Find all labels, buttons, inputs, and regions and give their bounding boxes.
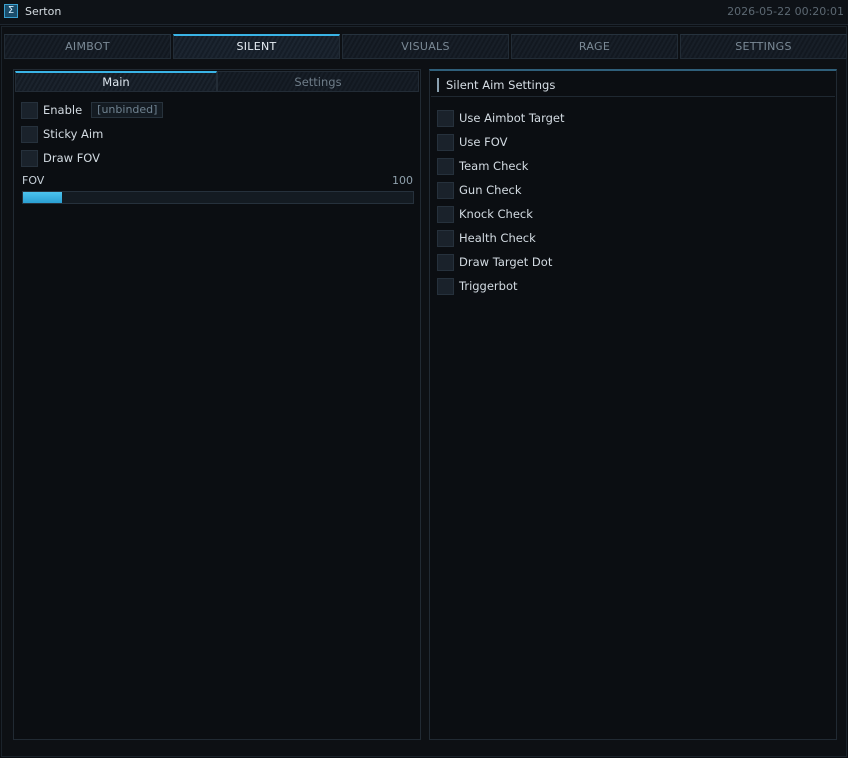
use-aimbot-target-checkbox[interactable] [437, 109, 454, 127]
enable-keybind-button[interactable]: [unbinded] [91, 102, 164, 118]
fov-slider-label: FOV [22, 174, 45, 187]
subtab-settings[interactable]: Settings [217, 71, 419, 92]
main-window: AIMBOT SILENT VISUALS RAGE SETTINGS Main… [1, 26, 847, 757]
gun-check-checkbox[interactable] [437, 181, 454, 199]
header-accent-bar [437, 78, 439, 92]
sticky-aim-checkbox[interactable] [21, 125, 38, 143]
enable-checkbox[interactable] [21, 101, 38, 119]
knock-check-label: Knock Check [459, 207, 533, 221]
team-check-label: Team Check [459, 159, 529, 173]
option-row: Gun Check [437, 181, 522, 199]
clock-readout: 2026-05-22 00:20:01 [727, 5, 844, 18]
draw-target-dot-checkbox[interactable] [437, 253, 454, 271]
fov-slider[interactable] [22, 191, 414, 204]
option-row: Draw Target Dot [437, 253, 552, 271]
triggerbot-label: Triggerbot [459, 279, 518, 293]
draw-fov-row: Draw FOV [21, 149, 100, 167]
option-row: Use Aimbot Target [437, 109, 564, 127]
draw-fov-label: Draw FOV [43, 151, 101, 165]
health-check-label: Health Check [459, 231, 536, 245]
enable-label: Enable [43, 103, 83, 117]
option-row: Health Check [437, 229, 536, 247]
main-tab-bar: AIMBOT SILENT VISUALS RAGE SETTINGS [4, 34, 847, 59]
tab-aimbot[interactable]: AIMBOT [4, 34, 171, 59]
option-row: Knock Check [437, 205, 533, 223]
silent-aim-settings-panel: Silent Aim Settings Use Aimbot Target Us… [429, 69, 837, 740]
use-fov-label: Use FOV [459, 135, 508, 149]
app-logo-icon: Σ [4, 4, 18, 18]
option-row: Team Check [437, 157, 528, 175]
option-row: Triggerbot [437, 277, 518, 295]
triggerbot-checkbox[interactable] [437, 277, 454, 295]
subtab-main[interactable]: Main [15, 71, 217, 92]
draw-target-dot-label: Draw Target Dot [459, 255, 553, 269]
option-row: Use FOV [437, 133, 507, 151]
enable-row: Enable [unbinded] [21, 101, 164, 119]
panel-header: Silent Aim Settings [431, 72, 835, 97]
knock-check-checkbox[interactable] [437, 205, 454, 223]
sticky-aim-row: Sticky Aim [21, 125, 103, 143]
silent-main-panel: Main Settings Enable [unbinded] Sticky A… [13, 69, 421, 740]
tab-visuals[interactable]: VISUALS [342, 34, 509, 59]
use-aimbot-target-label: Use Aimbot Target [459, 111, 565, 125]
sub-tab-bar: Main Settings [15, 71, 419, 92]
health-check-checkbox[interactable] [437, 229, 454, 247]
draw-fov-checkbox[interactable] [21, 149, 38, 167]
tab-rage[interactable]: RAGE [511, 34, 678, 59]
title-bar: Σ Serton 2026-05-22 00:20:01 [0, 0, 848, 25]
fov-slider-value: 100 [392, 174, 413, 187]
fov-slider-fill [23, 192, 62, 203]
team-check-checkbox[interactable] [437, 157, 454, 175]
sticky-aim-label: Sticky Aim [43, 127, 104, 141]
use-fov-checkbox[interactable] [437, 133, 454, 151]
tab-silent[interactable]: SILENT [173, 34, 340, 59]
tab-settings[interactable]: SETTINGS [680, 34, 847, 59]
gun-check-label: Gun Check [459, 183, 522, 197]
app-title: Serton [25, 5, 62, 18]
panel-title: Silent Aim Settings [446, 78, 556, 92]
